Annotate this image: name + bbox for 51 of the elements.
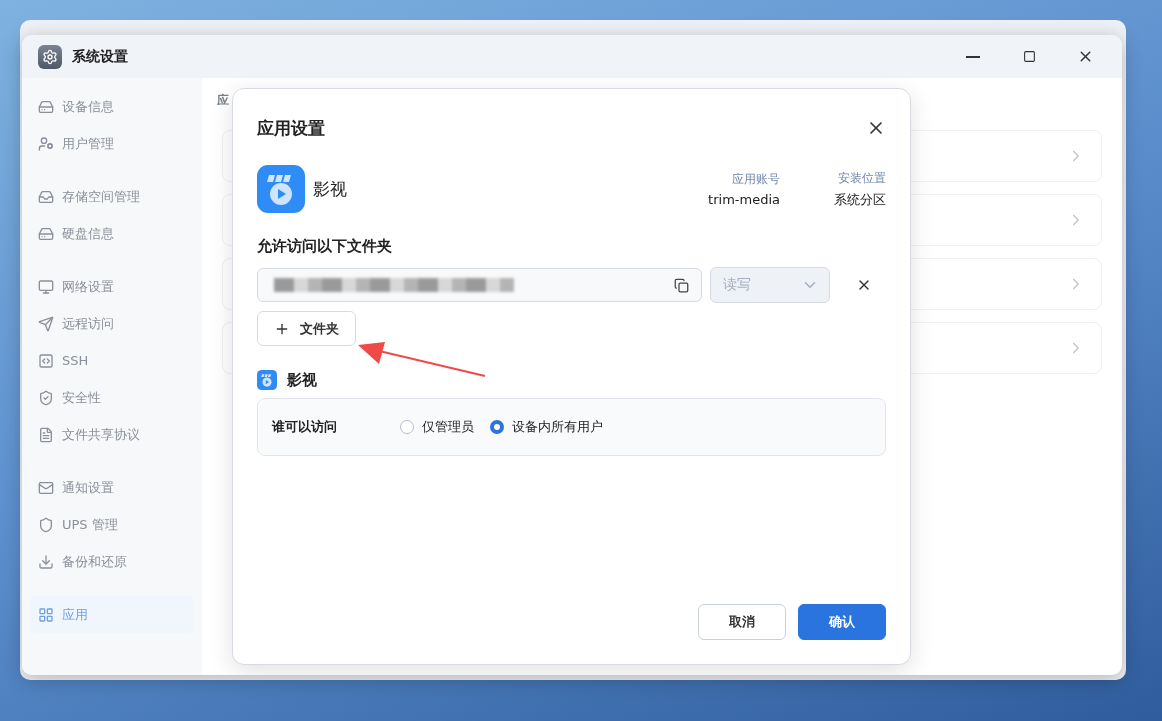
sidebar-item[interactable]: 备份和还原 [30,543,194,580]
shield-check-icon [38,389,54,406]
radio-button[interactable] [400,420,414,434]
sidebar-item[interactable]: 安全性 [30,379,194,416]
sidebar-item[interactable]: 网络设置 [30,268,194,305]
drive-icon [38,225,54,242]
meta-label: 应用账号 [732,171,780,188]
sidebar-item[interactable]: 硬盘信息 [30,215,194,252]
download-icon [38,553,54,570]
cancel-button[interactable]: 取消 [698,604,786,640]
shield-icon [38,516,54,533]
minimize-icon [966,55,980,58]
meta-label: 安装位置 [838,169,886,187]
sidebar-item[interactable]: 通知设置 [30,469,194,506]
window-title: 系统设置 [72,47,129,66]
sidebar-item[interactable]: 远程访问 [30,305,194,342]
section-title: 影视 [287,370,317,390]
inbox-icon [38,188,54,205]
monitor-icon [38,278,54,295]
send-icon [38,315,54,332]
add-folder-button[interactable]: 文件夹 [257,311,356,346]
meta-value: trim-media [708,192,780,207]
radio-option[interactable]: 仅管理员 [400,418,474,436]
sidebar-item[interactable]: 文件共享协议 [30,416,194,453]
meta-value: 系统分区 [834,190,886,209]
code-icon [38,352,54,369]
confirm-button[interactable]: 确认 [798,604,886,640]
app-logo-icon [257,165,305,213]
maximize-icon [1022,50,1036,63]
sidebar-item[interactable]: SSH [30,342,194,379]
folder-path-field[interactable] [257,268,702,302]
radio-option[interactable]: 设备内所有用户 [490,418,603,436]
sidebar-item[interactable]: 应用 [30,596,194,633]
sidebar-item[interactable]: UPS 管理 [30,506,194,543]
document-icon [38,426,54,443]
user-icon [38,135,54,152]
drive-icon [38,98,54,115]
radio-button[interactable] [490,420,504,434]
app-logo-icon [257,370,277,390]
dialog-title: 应用设置 [257,116,325,140]
grid-icon [38,606,54,623]
mail-icon [38,479,54,496]
section-heading: 允许访问以下文件夹 [257,237,393,256]
app-name: 影视 [313,177,348,201]
sidebar-item[interactable]: 设备信息 [30,88,194,125]
sidebar-item[interactable]: 存储空间管理 [30,178,194,215]
access-label: 谁可以访问 [272,418,338,436]
sidebar-item[interactable]: 用户管理 [30,125,194,162]
page-heading: 应 [217,92,229,109]
gear-icon [38,44,62,69]
copy-icon[interactable] [674,277,689,293]
